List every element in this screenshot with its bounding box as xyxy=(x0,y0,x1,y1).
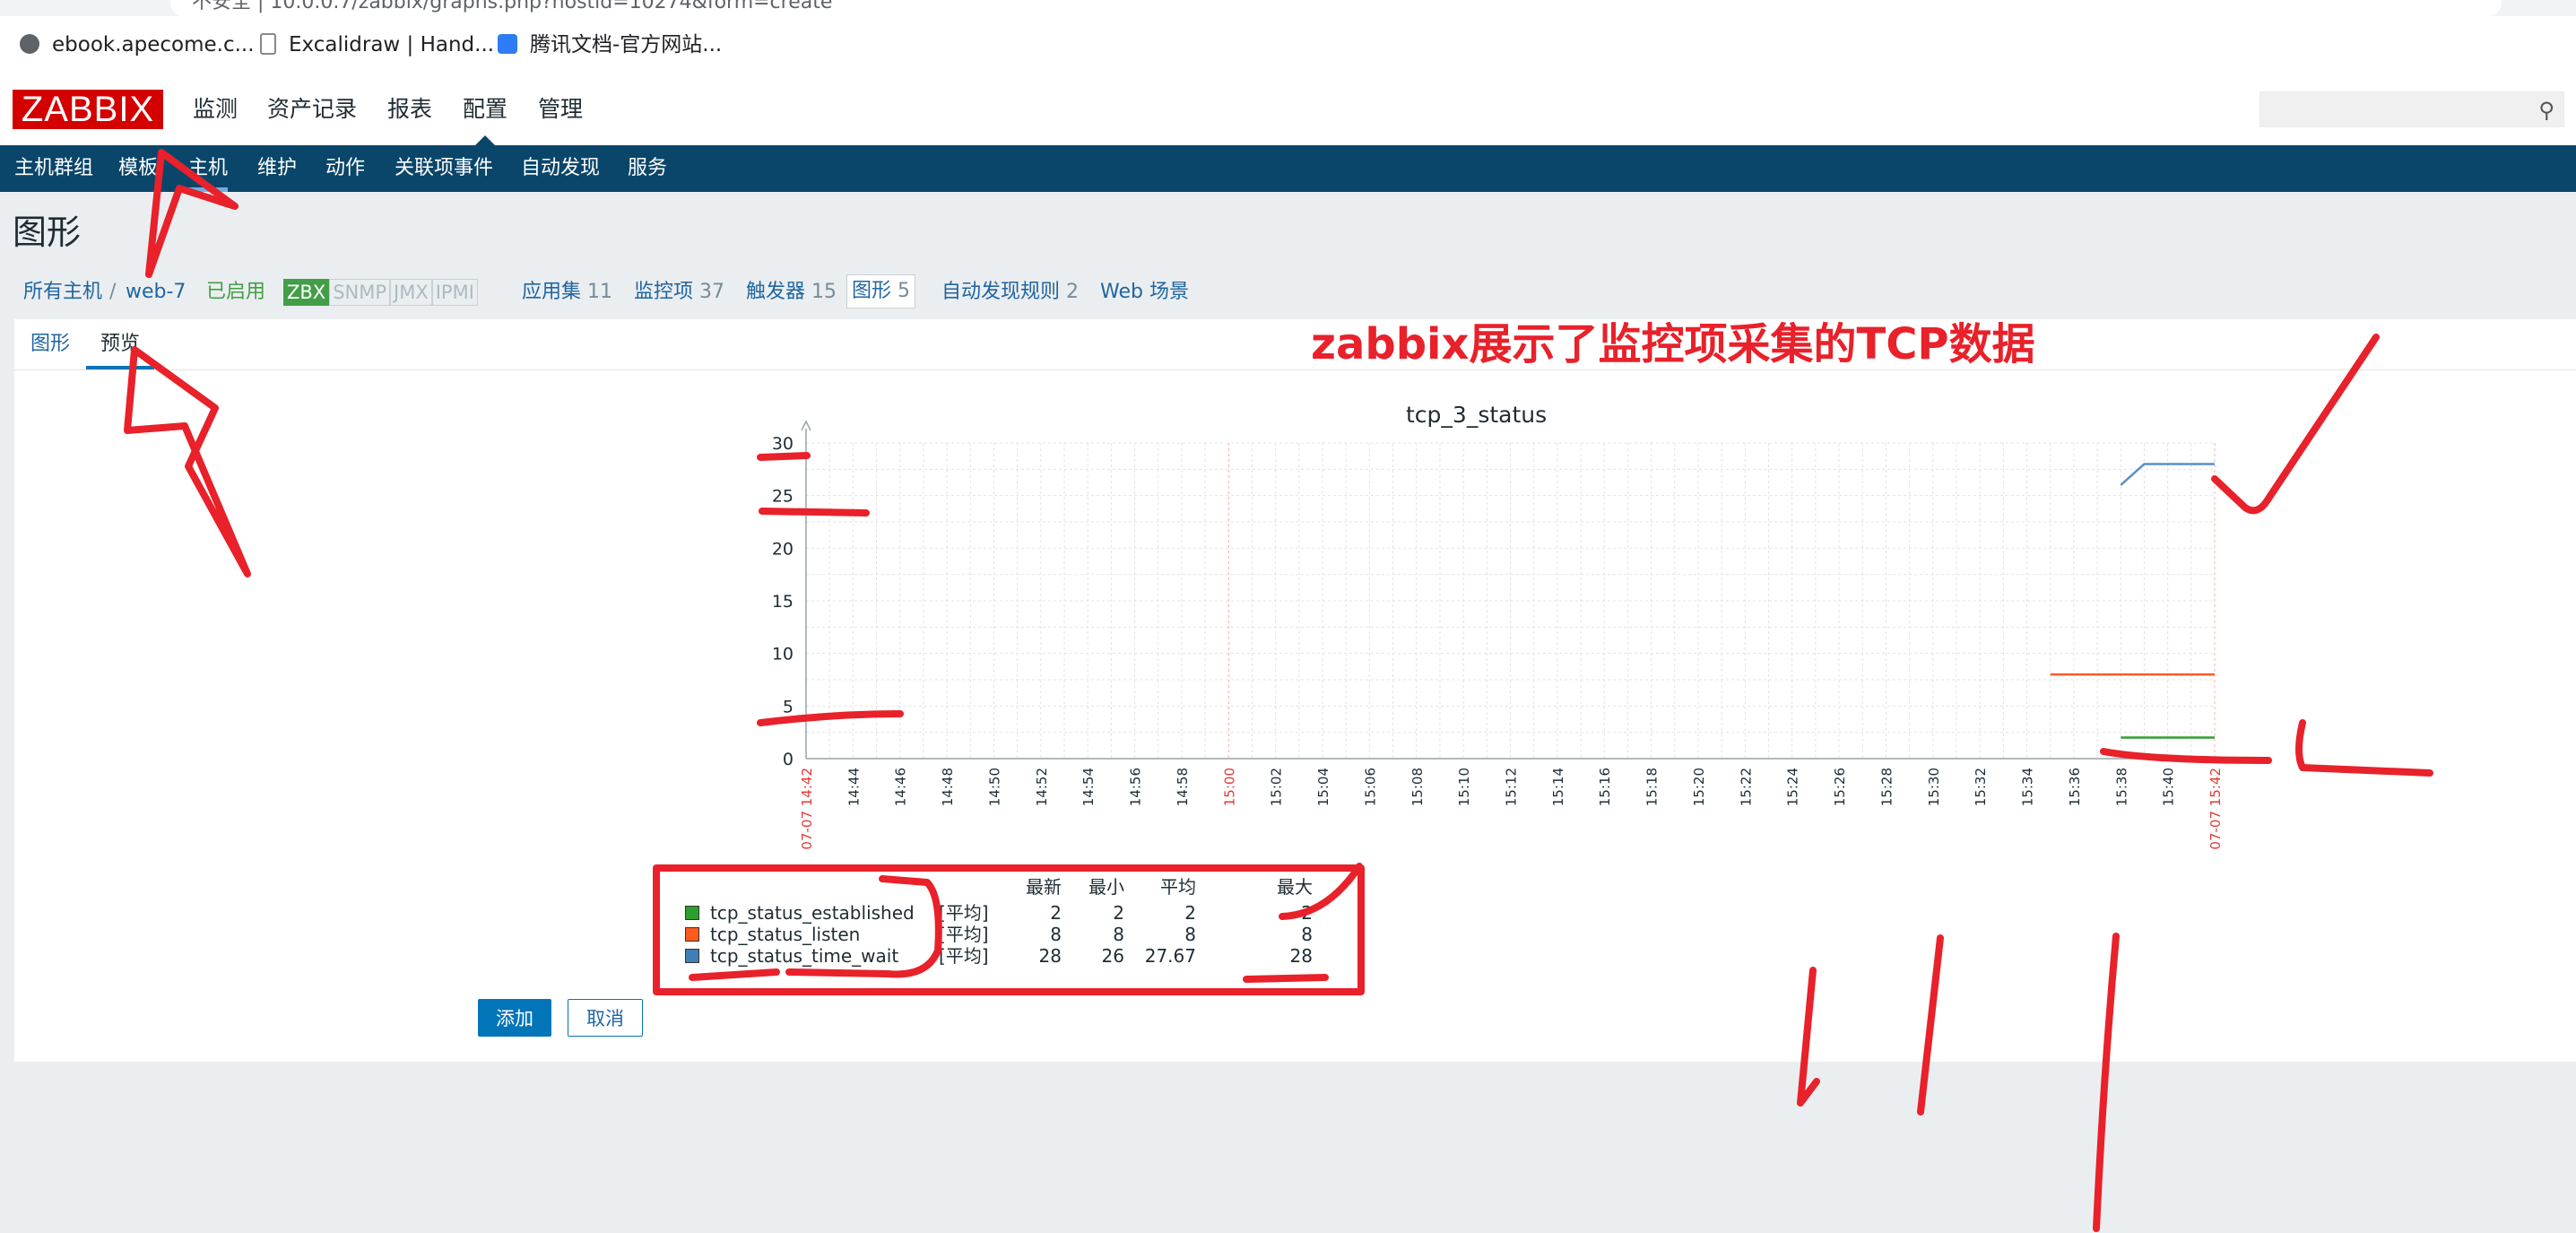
x-tick-label: 15:32 xyxy=(1973,768,1989,806)
legend-avg: 2 xyxy=(1184,902,1196,924)
legend-latest: 28 xyxy=(1038,945,1062,967)
legend-swatch xyxy=(685,906,699,920)
legend-swatch xyxy=(685,949,699,963)
legend-function: [平均] xyxy=(939,945,989,967)
legend-header-latest: 最新 xyxy=(1026,876,1062,898)
x-tick-label: 15:10 xyxy=(1456,768,1472,806)
legend-max: 2 xyxy=(1301,902,1313,924)
y-tick-label: 25 xyxy=(772,487,794,507)
legend-min: 2 xyxy=(1113,902,1124,924)
x-tick-label: 15:36 xyxy=(2067,768,2083,806)
x-tick-label: 15:02 xyxy=(1269,768,1285,806)
x-tick-label: 15:12 xyxy=(1504,768,1520,806)
x-tick-label: 15:18 xyxy=(1644,768,1661,806)
y-tick-label: 20 xyxy=(772,539,794,559)
x-tick-label: 15:38 xyxy=(2113,768,2129,806)
legend-header-avg: 平均 xyxy=(1160,876,1196,898)
x-tick-label: 07-07 14:42 xyxy=(799,768,815,850)
x-tick-label: 14:46 xyxy=(893,768,909,806)
legend-function: [平均] xyxy=(939,902,989,924)
cancel-button[interactable]: 取消 xyxy=(568,999,643,1037)
x-tick-label: 15:30 xyxy=(1926,768,1942,806)
x-tick-label: 15:34 xyxy=(2020,768,2036,806)
legend-header-min: 最小 xyxy=(1089,876,1124,898)
graph-chart: 0 5 10 15 20 25 30 07-07 14:42 14:44 14:46 14:48 14… xyxy=(772,420,2224,850)
x-tick-label: 15:14 xyxy=(1550,768,1566,806)
x-tick-label: 14:44 xyxy=(846,768,862,806)
x-tick-label: 14:52 xyxy=(1034,768,1050,806)
x-tick-label: 15:24 xyxy=(1785,768,1801,806)
legend-series-name: tcp_status_time_wait xyxy=(710,945,899,967)
legend-series-name: tcp_status_listen xyxy=(710,924,861,945)
add-button[interactable]: 添加 xyxy=(478,999,551,1037)
annotation-text: zabbix展示了监控项采集的TCP数据 xyxy=(1311,319,2035,369)
x-tick-label: 07-07 15:42 xyxy=(2207,768,2224,850)
x-tick-label: 14:58 xyxy=(1175,768,1191,806)
x-tick-label: 15:04 xyxy=(1315,768,1331,806)
y-tick-label: 0 xyxy=(783,750,794,769)
legend-avg: 27.67 xyxy=(1144,945,1196,967)
y-tick-label: 30 xyxy=(772,434,794,454)
legend-swatch xyxy=(685,927,699,942)
x-tick-label: 15:40 xyxy=(2161,768,2177,806)
x-tick-label: 14:54 xyxy=(1080,768,1097,806)
legend-function: [平均] xyxy=(939,924,989,945)
x-tick-label: 14:48 xyxy=(940,768,956,806)
x-tick-label: 14:50 xyxy=(986,768,1002,806)
legend-latest: 2 xyxy=(1050,902,1062,924)
legend-header-max: 最大 xyxy=(1277,876,1313,898)
legend-series-name: tcp_status_established xyxy=(710,902,915,924)
x-tick-label: 14:56 xyxy=(1128,768,1144,806)
x-tick-label: 15:08 xyxy=(1409,768,1426,806)
y-tick-label: 5 xyxy=(783,697,794,716)
x-tick-label: 15:20 xyxy=(1691,768,1707,806)
x-tick-label: 15:16 xyxy=(1597,768,1613,806)
legend-min: 8 xyxy=(1113,924,1124,945)
legend-min: 26 xyxy=(1101,945,1124,967)
legend-max: 8 xyxy=(1301,924,1313,945)
x-tick-label: 15:22 xyxy=(1738,768,1754,806)
x-tick-label: 15:06 xyxy=(1362,768,1378,806)
x-tick-label: 15:00 xyxy=(1221,768,1237,806)
y-tick-label: 10 xyxy=(772,645,794,664)
x-tick-label: 15:26 xyxy=(1832,768,1848,806)
legend-max: 28 xyxy=(1289,945,1313,967)
x-tick-label: 15:28 xyxy=(1878,768,1895,806)
legend-latest: 8 xyxy=(1050,924,1062,945)
y-tick-label: 15 xyxy=(772,592,794,612)
legend-avg: 8 xyxy=(1184,924,1196,945)
